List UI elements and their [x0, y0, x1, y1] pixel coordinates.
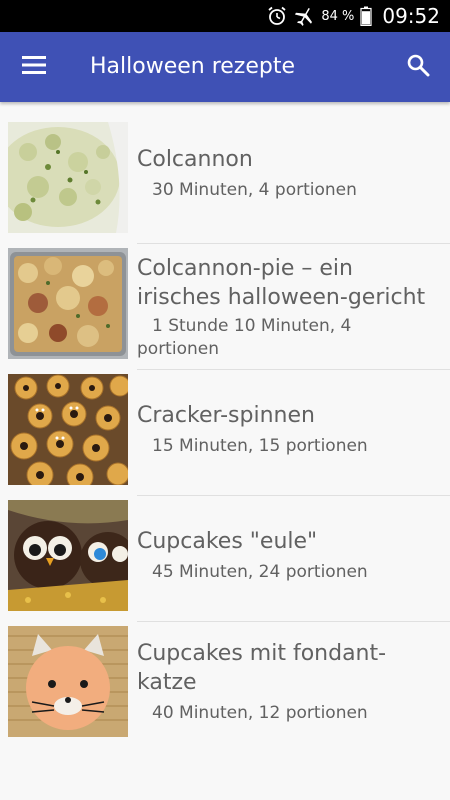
- recipe-title: Colcannon: [137, 147, 253, 172]
- alarm-icon: [267, 6, 287, 26]
- page-title: Halloween rezepte: [90, 54, 296, 79]
- airplane-icon: [293, 6, 315, 26]
- recipe-text: Colcannon 30 Minuten, 4 portionen: [137, 118, 437, 202]
- recipe-thumbnail: [8, 626, 128, 737]
- list-item[interactable]: Colcannon-pie – ein irisches halloween-g…: [0, 244, 450, 370]
- recipe-text: Cupcakes "eule" 45 Minuten, 24 portionen: [137, 496, 437, 584]
- battery-icon: [360, 6, 372, 26]
- recipe-thumbnail: [8, 122, 128, 233]
- recipe-title: Colcannon-pie – ein irisches halloween-g…: [137, 256, 426, 310]
- recipe-meta: 30 Minuten, 4 portionen: [152, 180, 357, 200]
- clock: 09:52: [382, 4, 440, 28]
- status-bar: 84 % 09:52: [0, 0, 450, 32]
- menu-button[interactable]: [12, 45, 56, 89]
- list-item[interactable]: Colcannon 30 Minuten, 4 portionen: [0, 118, 450, 244]
- recipe-meta: 45 Minuten, 24 portionen: [152, 562, 368, 582]
- list-item[interactable]: Cupcakes "eule" 45 Minuten, 24 portionen: [0, 496, 450, 622]
- list-item[interactable]: Cracker-spinnen 15 Minuten, 15 portionen: [0, 370, 450, 496]
- status-icons: 84 % 09:52: [267, 0, 440, 32]
- recipe-text: Cupcakes mit fondant-katze 40 Minuten, 1…: [137, 622, 437, 725]
- search-button[interactable]: [396, 45, 440, 89]
- recipe-title: Cupcakes "eule": [137, 529, 318, 554]
- recipe-title: Cupcakes mit fondant-katze: [137, 641, 387, 695]
- recipe-thumbnail: [8, 374, 128, 485]
- recipe-text: Colcannon-pie – ein irisches halloween-g…: [137, 244, 437, 361]
- recipe-meta: 15 Minuten, 15 portionen: [152, 436, 368, 456]
- recipe-thumbnail: [8, 248, 128, 359]
- recipe-meta: 40 Minuten, 12 portionen: [152, 703, 368, 723]
- app-bar: Halloween rezepte: [0, 32, 450, 102]
- recipe-meta: 1 Stunde 10 Minuten, 4 portionen: [137, 316, 352, 359]
- list-item[interactable]: Cupcakes mit fondant-katze 40 Minuten, 1…: [0, 622, 450, 748]
- menu-icon: [22, 56, 46, 78]
- recipe-title: Cracker-spinnen: [137, 403, 315, 428]
- search-icon: [406, 53, 430, 81]
- recipe-list: Colcannon 30 Minuten, 4 portionen Colcan…: [0, 118, 450, 748]
- recipe-thumbnail: [8, 500, 128, 611]
- recipe-text: Cracker-spinnen 15 Minuten, 15 portionen: [137, 370, 437, 458]
- battery-percent: 84 %: [321, 8, 355, 24]
